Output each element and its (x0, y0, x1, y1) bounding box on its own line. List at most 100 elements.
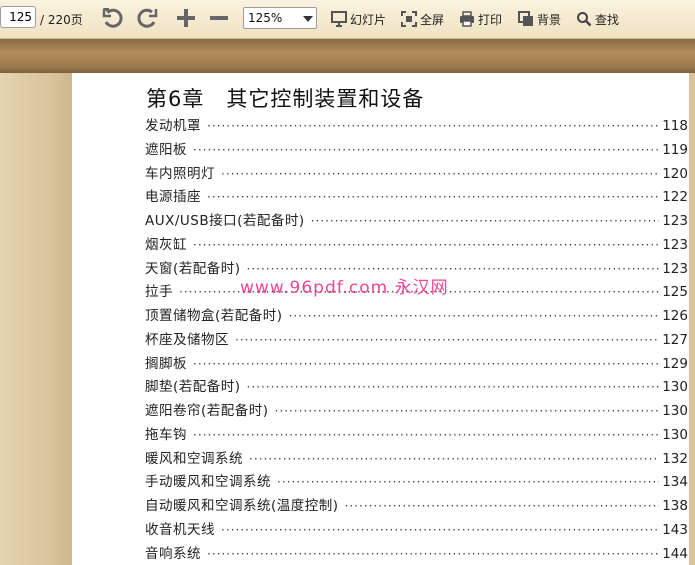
toc-row[interactable]: 收音机天线 ···································… (145, 518, 688, 538)
toc-entry-title: 烟灰缸 (145, 236, 187, 253)
toc-page-number: 132 (662, 450, 688, 467)
search-label: 查找 (595, 12, 620, 27)
toc-page-number: 123 (662, 236, 688, 253)
toc-leader-dots: ········································… (193, 427, 659, 442)
toc-entry-title: 搁脚板 (145, 355, 187, 372)
toc-leader-dots: ········································… (193, 142, 659, 157)
toc-row[interactable]: 电源插座 ····································… (145, 185, 688, 205)
toc-page-number: 122 (662, 189, 688, 206)
fullscreen-icon (401, 11, 417, 27)
toc-leader-dots: ········································… (249, 451, 659, 466)
wood-shelf (0, 39, 695, 73)
toc-row[interactable]: AUX/USB接口(若配备时) ·························… (145, 209, 688, 229)
zoom-select[interactable]: 125% (243, 7, 317, 29)
toc-page-number: 126 (662, 308, 688, 324)
toc-leader-dots: ········································… (193, 237, 659, 252)
right-background (689, 73, 695, 565)
toc-entry-title: 脚垫(若配备时) (145, 379, 241, 396)
toc-leader-dots: ········································… (288, 309, 659, 323)
toc-entry-title: 发动机罩 (145, 118, 201, 134)
toc-leader-dots: ········································… (207, 190, 659, 205)
redo-icon[interactable] (134, 5, 160, 31)
slideshow-button[interactable]: 幻灯片 (331, 9, 386, 29)
search-icon (577, 12, 592, 27)
toc-row[interactable]: 车内照明灯 ···································… (145, 162, 688, 182)
toc-row[interactable]: 顶置储物盒(若配备时) ·····························… (145, 304, 688, 324)
toc-page-number: 130 (662, 403, 688, 419)
toc-entry-title: 天窗(若配备时) (145, 260, 241, 277)
toc-entry-title: 自动暖风和空调系统(温度控制) (145, 498, 339, 514)
page-number-input[interactable] (0, 6, 36, 28)
toc-row[interactable]: 杯座及储物区 ··································… (145, 328, 688, 348)
toc-leader-dots: ········································… (344, 499, 659, 513)
toc-leader-dots: ········································… (207, 119, 659, 133)
toc-row[interactable]: 遮阳板 ·····································… (145, 138, 688, 158)
toc-leader-dots: ········································… (221, 522, 659, 537)
toc-entry-title: 音响系统 (145, 545, 201, 562)
left-background (0, 73, 72, 565)
page-total-label: / 220页 (40, 13, 83, 27)
toc-row[interactable]: 烟灰缸 ·····································… (145, 233, 688, 253)
toc-row[interactable]: 拖车钩 ·····································… (145, 423, 688, 443)
toc-leader-dots: ········································… (207, 546, 659, 561)
toc-entry-title: 遮阳卷帘(若配备时) (145, 403, 269, 419)
toc-page-number: 123 (662, 213, 688, 229)
toc-page-number: 134 (662, 474, 688, 491)
background-icon (518, 11, 533, 26)
print-label: 打印 (478, 12, 503, 27)
toc-entry-title: 拉手 (145, 284, 173, 301)
toc-page-number: 130 (662, 379, 688, 396)
toc-row[interactable]: 遮阳卷帘(若配备时) ······························… (145, 399, 688, 419)
toc-entry-title: 电源插座 (145, 189, 201, 206)
toc-row[interactable]: 手动暖风和空调系统 ·······························… (145, 470, 688, 490)
toc-page-number: 129 (662, 355, 688, 372)
zoom-out-icon[interactable] (206, 5, 232, 31)
background-button[interactable]: 背景 (518, 9, 561, 29)
toc-row[interactable]: 音响系统 ····································… (145, 542, 688, 562)
toc-entry-title: 手动暖风和空调系统 (145, 474, 271, 491)
toc-page-number: 144 (662, 545, 688, 562)
toc-entry-title: 杯座及储物区 (145, 331, 229, 348)
toc-page-number: 119 (662, 141, 688, 158)
toc-entry-title: AUX/USB接口(若配备时) (145, 213, 305, 229)
toc-row[interactable]: 暖风和空调系统 ·································… (145, 447, 688, 467)
toc-leader-dots: ········································… (246, 380, 659, 395)
toc-page-number: 118 (662, 118, 688, 134)
toc-entry-title: 遮阳板 (145, 141, 187, 158)
toc-leader-dots: ········································… (193, 356, 659, 371)
toc-leader-dots: ········································… (274, 404, 659, 418)
chapter-title: 第6章 其它控制装置和设备 (146, 87, 425, 111)
chevron-down-icon (303, 16, 313, 22)
toc-page-number: 120 (662, 165, 688, 182)
document-page[interactable]: 第6章 其它控制装置和设备 发动机罩 ······················… (72, 73, 689, 565)
toc-page-number: 127 (662, 331, 688, 348)
toc-leader-dots: ········································… (277, 475, 659, 490)
undo-icon[interactable] (100, 5, 126, 31)
background-label: 背景 (537, 12, 562, 27)
toc-entry-title: 顶置储物盒(若配备时) (145, 308, 283, 324)
toc-row[interactable]: 自动暖风和空调系统(温度控制) ·························… (145, 494, 688, 514)
toc-row[interactable]: 脚垫(若配备时) ································… (145, 375, 688, 395)
toc-leader-dots: ········································… (221, 166, 659, 181)
toc-page-number: 125 (662, 284, 688, 301)
toc-entry-title: 拖车钩 (145, 426, 187, 443)
viewer-toolbar: / 220页 125% 幻灯片 全屏 (0, 0, 695, 39)
zoom-in-icon[interactable] (173, 5, 199, 31)
toc-entry-title: 收音机天线 (145, 521, 215, 538)
toc-row[interactable]: 搁脚板 ·····································… (145, 352, 688, 372)
search-button[interactable]: 查找 (576, 9, 619, 29)
print-icon (460, 11, 474, 27)
slideshow-label: 幻灯片 (350, 12, 387, 27)
toc-leader-dots: ········································… (310, 214, 659, 228)
print-button[interactable]: 打印 (459, 9, 502, 29)
fullscreen-label: 全屏 (420, 12, 445, 27)
toc-entry-title: 暖风和空调系统 (145, 450, 243, 467)
fullscreen-button[interactable]: 全屏 (401, 9, 444, 29)
toc-row[interactable]: 发动机罩 ····································… (145, 114, 688, 134)
watermark: www.96pdf.com 永汉网 (240, 278, 449, 298)
slideshow-icon (331, 11, 347, 27)
toc-entry-title: 车内照明灯 (145, 165, 215, 182)
zoom-value: 125% (248, 11, 283, 25)
toc-page-number: 143 (662, 521, 688, 538)
toc-page-number: 138 (662, 498, 688, 514)
